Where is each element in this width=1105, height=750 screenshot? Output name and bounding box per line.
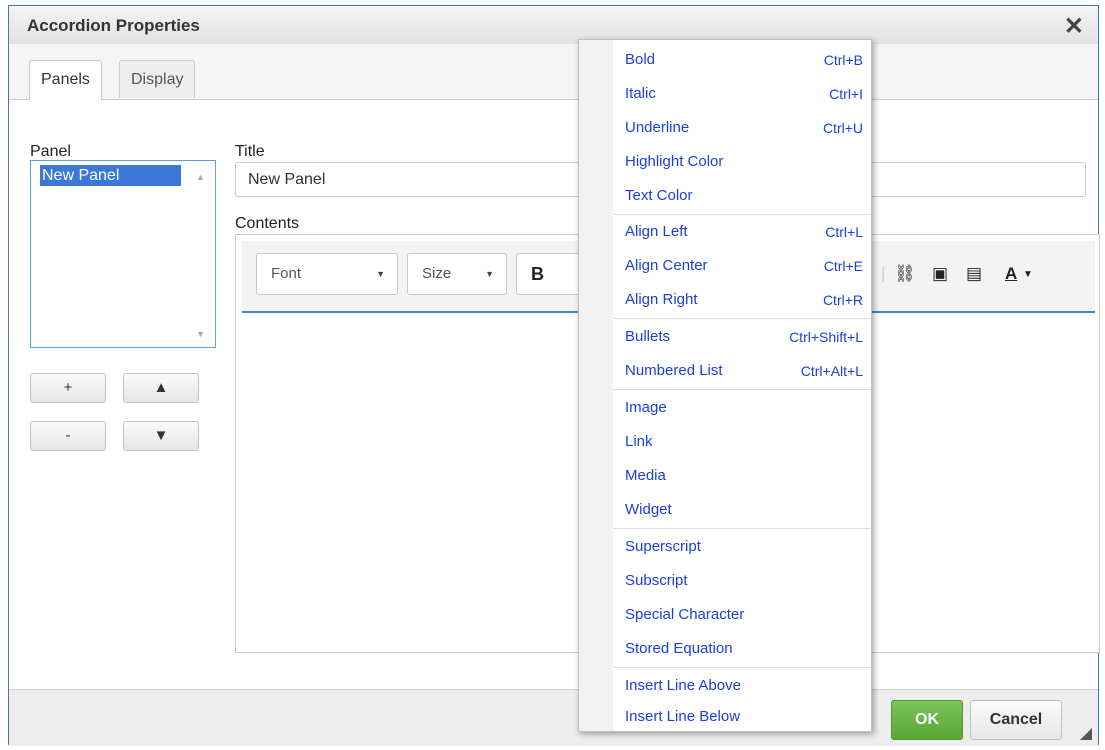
menu-item-label: Widget [625,501,672,518]
size-select[interactable]: Size ▼ [407,253,507,295]
text-color-icon[interactable]: A [1005,264,1017,284]
menu-item-media[interactable]: Media [613,459,871,493]
menu-item-underline[interactable]: Underline Ctrl+U [613,111,871,145]
font-select[interactable]: Font ▼ [256,253,398,295]
move-down-button[interactable]: ▼ [123,421,199,451]
menu-item-bold[interactable]: Bold Ctrl+B [613,43,871,77]
menu-item-label: Stored Equation [625,640,733,657]
context-menu: Bold Ctrl+B Italic Ctrl+I Underline Ctrl+U … [578,39,872,732]
menu-item-insert-line-below[interactable]: Insert Line Below [613,703,871,731]
media-icon[interactable]: ▤ [966,264,982,284]
menu-item-label: Superscript [625,538,701,555]
list-item[interactable]: New Panel [40,165,181,186]
menu-item-text-color[interactable]: Text Color [613,179,871,213]
scroll-up-arrow-icon[interactable]: ▲ [196,172,205,182]
menu-item-label: Special Character [625,606,745,623]
menu-item-label: Align Center [625,257,708,274]
cancel-button[interactable]: Cancel [970,700,1062,740]
contents-label: Contents [235,215,300,232]
menu-item-label: Align Left [625,223,688,240]
title-label: Title [235,143,265,160]
add-panel-button[interactable]: + [30,373,106,403]
menu-item-shortcut: Ctrl+E [823,258,863,274]
dialog-footer: OK Cancel [9,689,1098,746]
panel-listbox[interactable]: New Panel ▲ ▼ [30,160,216,348]
menu-item-shortcut: Ctrl+U [822,120,863,136]
tab-strip: Panels Display [9,44,1098,100]
menu-item-numbered-list[interactable]: Numbered List Ctrl+Alt+L [613,354,871,388]
resize-grip-icon[interactable] [1080,728,1092,740]
menu-item-highlight-color[interactable]: Highlight Color [613,145,871,179]
menu-item-shortcut: Ctrl+Shift+L [789,329,863,345]
chevron-down-icon[interactable]: ▼ [1023,269,1033,280]
font-select-label: Font [271,265,302,282]
tab-panels[interactable]: Panels [29,60,102,100]
ok-button[interactable]: OK [891,700,963,740]
menu-separator [613,528,871,529]
chevron-down-icon: ▼ [376,269,385,279]
menu-separator [613,667,871,668]
menu-item-label: Link [625,433,653,450]
menu-item-subscript[interactable]: Subscript [613,564,871,598]
image-icon[interactable]: ▣ [932,264,948,284]
menu-item-italic[interactable]: Italic Ctrl+I [613,77,871,111]
chevron-down-icon: ▼ [485,269,494,279]
menu-item-bullets[interactable]: Bullets Ctrl+Shift+L [613,320,871,354]
menu-item-label: Align Right [625,291,698,308]
menu-item-image[interactable]: Image [613,391,871,425]
scroll-down-arrow-icon[interactable]: ▼ [196,329,205,339]
menu-item-label: Bullets [625,328,671,345]
link-icon[interactable]: ⛓ [894,264,916,284]
accordion-properties-dialog: Accordion Properties ✕ Panels Display Pa… [8,5,1100,746]
menu-item-label: Bold [625,51,656,68]
menu-item-label: Insert Line Below [625,708,741,725]
menu-item-link[interactable]: Link [613,425,871,459]
menu-item-label: Text Color [625,187,693,204]
menu-item-superscript[interactable]: Superscript [613,530,871,564]
tab-display[interactable]: Display [119,60,196,98]
remove-panel-button[interactable]: - [30,421,106,451]
menu-item-special-character[interactable]: Special Character [613,598,871,632]
menu-item-align-left[interactable]: Align Left Ctrl+L [613,215,871,249]
menu-item-label: Italic [625,85,656,102]
menu-item-label: Numbered List [625,362,723,379]
menu-item-label: Highlight Color [625,153,724,170]
menu-item-label: Underline [625,119,690,136]
menu-item-shortcut: Ctrl+B [823,52,863,68]
menu-gutter [579,40,613,731]
menu-item-stored-equation[interactable]: Stored Equation [613,632,871,666]
menu-item-shortcut: Ctrl+Alt+L [800,363,863,379]
menu-item-label: Subscript [625,572,688,589]
toolbar-divider: | [881,264,886,283]
menu-item-label: Image [625,399,667,416]
menu-item-label: Insert Line Above [625,677,741,694]
menu-separator [613,318,871,319]
menu-item-widget[interactable]: Widget [613,493,871,527]
menu-item-insert-line-above[interactable]: Insert Line Above [613,669,871,703]
panel-label: Panel [30,143,71,160]
menu-separator [613,389,871,390]
menu-item-shortcut: Ctrl+R [822,292,863,308]
menu-item-label: Media [625,467,666,484]
menu-item-align-right[interactable]: Align Right Ctrl+R [613,283,871,317]
size-select-label: Size [422,265,452,282]
menu-item-shortcut: Ctrl+L [825,224,863,240]
menu-item-shortcut: Ctrl+I [829,86,863,102]
dialog-title: Accordion Properties [27,16,200,35]
move-up-button[interactable]: ▲ [123,373,199,403]
dialog-titlebar[interactable]: Accordion Properties ✕ [9,6,1098,45]
menu-item-align-center[interactable]: Align Center Ctrl+E [613,249,871,283]
close-icon[interactable]: ✕ [1064,12,1084,41]
